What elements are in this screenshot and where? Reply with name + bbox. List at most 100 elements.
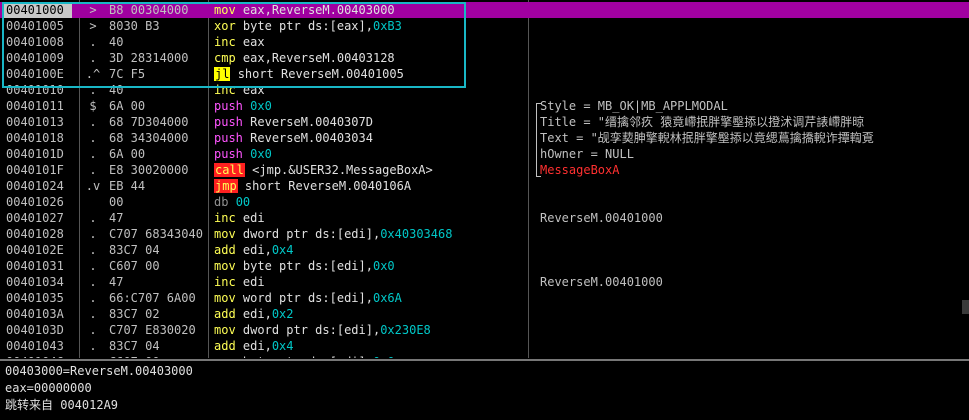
jump-marker: . xyxy=(89,211,97,225)
instruction-row[interactable]: 00401011 $6A 00 push 0x0 Style = MB_OK|MB_A… xyxy=(0,98,969,114)
comment-cell: Style = MB_OK|MB_APPLMODAL xyxy=(540,98,969,114)
comment-text: Title = "缙擒邻疚 猿竟嵽抿胖擎壂掭以撜沭调芹諘嵽胖晾 xyxy=(540,115,865,129)
instruction-cell[interactable]: push ReverseM.00403034 xyxy=(214,130,534,146)
address-cell[interactable]: 00401026 xyxy=(4,194,72,210)
comment-cell xyxy=(540,178,969,194)
hex-dump-cell: 68 7D304000 xyxy=(109,115,189,129)
instruction-row[interactable]: 00401031. C607 00 mov byte ptr ds:[edi],0x… xyxy=(0,258,969,274)
instruction-cell[interactable]: mov dword ptr ds:[edi],0x40303468 xyxy=(214,226,534,242)
jump-marker: . xyxy=(89,323,97,337)
instruction-cell[interactable]: inc edi xyxy=(214,210,534,226)
jump-marker: . xyxy=(89,339,97,353)
comment-cell xyxy=(540,338,969,354)
operand: dword ptr ds:[edi], xyxy=(242,227,381,241)
address-cell[interactable]: 00401035 xyxy=(4,290,72,306)
comment-cell xyxy=(540,322,969,338)
instruction-cell[interactable]: mov byte ptr ds:[edi],0x0 xyxy=(214,258,534,274)
comment-cell xyxy=(540,18,969,34)
jump-marker: .v xyxy=(85,179,101,193)
jump-marker: . xyxy=(84,354,102,358)
jump-marker: . xyxy=(89,163,97,177)
instruction-cell[interactable]: push 0x0 xyxy=(214,146,534,162)
operand: 0x230E8 xyxy=(380,323,431,337)
instruction-cell[interactable]: mov dword ptr ds:[edi],0x230E8 xyxy=(214,322,534,338)
info-pane: 00403000=ReverseM.00403000 eax=00000000 … xyxy=(0,359,969,420)
mnemonic: mov xyxy=(214,291,236,305)
mnemonic: add xyxy=(214,243,236,257)
instruction-row[interactable]: 00401035. 66:C707 6A00 mov word ptr ds:[ed… xyxy=(0,290,969,306)
address-cell[interactable]: 0040102E xyxy=(4,242,72,258)
operand: edi xyxy=(242,211,265,225)
comment-cell: Title = "缙擒邻疚 猿竟嵽抿胖擎壂掭以撜沭调芹諘嵽胖晾 xyxy=(540,114,969,130)
instruction-cell[interactable]: add edi,0x4 xyxy=(214,338,534,354)
mnemonic: push xyxy=(214,131,243,145)
disassembly-pane[interactable]: 00401000 > B8 00304000 mov eax,ReverseM.004… xyxy=(0,0,969,358)
address-cell[interactable]: 0040101D xyxy=(4,146,72,162)
address-cell[interactable]: 00401013 xyxy=(4,114,72,130)
instruction-cell[interactable]: call <jmp.&USER32.MessageBoxA> xyxy=(214,162,534,178)
instruction-row[interactable]: 00401034. 47 inc edi ReverseM.00401000 xyxy=(0,274,969,290)
operand: byte ptr ds:[edi], xyxy=(242,259,373,273)
mnemonic: mov xyxy=(214,323,236,337)
jump-marker: . xyxy=(89,131,97,145)
call-args-bracket xyxy=(536,103,541,177)
operand: 0x0 xyxy=(372,259,395,273)
address-cell[interactable]: 00401031 xyxy=(4,258,72,274)
info-line-register: eax=00000000 xyxy=(5,381,92,395)
comment-cell xyxy=(540,226,969,242)
address-cell[interactable]: 00401046 xyxy=(4,354,72,358)
instruction-row[interactable]: 00401046. C607 00 mov byte ptr ds:[edi],0x… xyxy=(0,354,969,358)
comment-cell xyxy=(540,82,969,98)
jump-marker: . xyxy=(89,115,97,129)
operand: 0x0 xyxy=(250,99,272,113)
address-cell[interactable]: 00401034 xyxy=(4,274,72,290)
instruction-row[interactable]: 0040103D. C707 E830020 mov dword ptr ds:[e… xyxy=(0,322,969,338)
address-cell[interactable]: 00401024 xyxy=(4,178,72,194)
operand: <jmp.&USER32.MessageBoxA> xyxy=(252,163,433,177)
instruction-row[interactable]: 00401024 .v EB 44 jmp short ReverseM.004010… xyxy=(0,178,969,194)
address-cell[interactable]: 0040103A xyxy=(4,306,72,322)
comment-cell xyxy=(540,306,969,322)
instruction-cell[interactable]: push ReverseM.0040307D xyxy=(214,114,534,130)
instruction-row[interactable]: 0040101D. 6A 00 push 0x0 hOwner = NULL xyxy=(0,146,969,162)
instruction-cell[interactable]: add edi,0x2 xyxy=(214,306,534,322)
address-cell[interactable]: 00401027 xyxy=(4,210,72,226)
operand: edi, xyxy=(242,339,272,353)
jump-marker: . xyxy=(89,227,97,241)
hex-dump-cell: 66:C707 6A00 xyxy=(109,291,196,305)
instruction-row[interactable]: 0040102E. 83C7 04 add edi,0x4 xyxy=(0,242,969,258)
instruction-cell[interactable]: db 00 xyxy=(214,194,534,210)
instruction-row[interactable]: 0040103A. 83C7 02 add edi,0x2 xyxy=(0,306,969,322)
hex-dump-cell: 68 34304000 xyxy=(109,131,189,145)
instruction-row[interactable]: 00401028. C707 68343040 mov dword ptr ds:[… xyxy=(0,226,969,242)
instruction-row[interactable]: 0040101F. E8 30020000 call <jmp.&USER32.Me… xyxy=(0,162,969,178)
instruction-cell[interactable]: inc edi xyxy=(214,274,534,290)
address-cell[interactable]: 00401043 xyxy=(4,338,72,354)
instruction-row[interactable]: 00401013. 68 7D304000 push ReverseM.004030… xyxy=(0,114,969,130)
hex-dump-cell: 00 xyxy=(109,195,124,209)
instruction-cell[interactable]: add edi,0x4 xyxy=(214,242,534,258)
instruction-row[interactable]: 00401026 00 db 00 xyxy=(0,194,969,210)
instruction-row[interactable]: 00401027. 47 inc edi ReverseM.00401000 xyxy=(0,210,969,226)
comment-text: ReverseM.00401000 xyxy=(540,275,663,289)
hex-dump-cell: 83C7 04 xyxy=(109,339,160,353)
address-cell[interactable]: 00401028 xyxy=(4,226,72,242)
instruction-cell[interactable]: mov byte ptr ds:[edi],0x0 xyxy=(214,354,534,358)
comment-cell xyxy=(540,258,969,274)
scrollbar-thumb[interactable] xyxy=(962,300,969,314)
address-cell[interactable]: 00401018 xyxy=(4,130,72,146)
hex-dump-cell: E8 30020000 xyxy=(109,163,189,177)
instruction-row[interactable]: 00401043. 83C7 04 add edi,0x4 xyxy=(0,338,969,354)
address-cell[interactable]: 00401011 xyxy=(4,98,72,114)
mnemonic: push xyxy=(214,147,243,161)
instruction-row[interactable]: 00401018. 68 34304000 push ReverseM.004030… xyxy=(0,130,969,146)
address-cell[interactable]: 0040101F xyxy=(4,162,72,178)
comment-text: Text = "觇孪葜胂擎輗林抿胖擎壂掭以竟缌蔦擒撟輗诈撢輷覔 xyxy=(540,131,874,145)
mnemonic: inc xyxy=(214,211,236,225)
jump-marker: . xyxy=(89,259,97,273)
instruction-cell[interactable]: mov word ptr ds:[edi],0x6A xyxy=(214,290,534,306)
jump-marker: $ xyxy=(89,99,97,113)
instruction-cell[interactable]: push 0x0 xyxy=(214,98,534,114)
address-cell[interactable]: 0040103D xyxy=(4,322,72,338)
instruction-cell[interactable]: jmp short ReverseM.0040106A xyxy=(214,178,534,194)
